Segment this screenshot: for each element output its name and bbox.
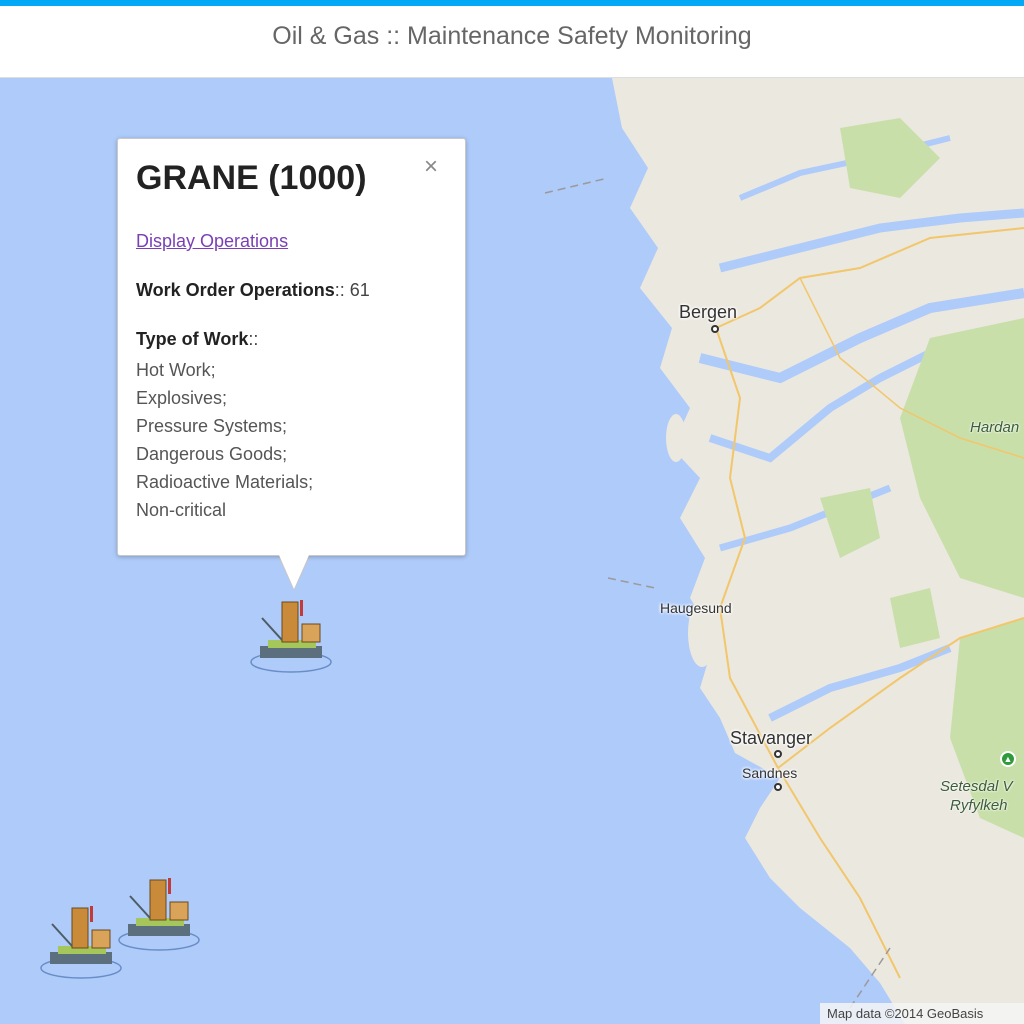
city-label-haugesund: Haugesund <box>660 600 732 616</box>
oil-rig-icon[interactable] <box>36 902 126 982</box>
oil-rig-icon[interactable] <box>246 596 336 676</box>
work-order-operations-sep: :: <box>334 280 350 300</box>
popup-tail <box>279 555 309 589</box>
city-label-sandnes: Sandnes <box>742 765 798 781</box>
work-order-operations-value: 61 <box>349 280 370 300</box>
work-type-item: Dangerous Goods; <box>136 444 288 464</box>
close-icon[interactable]: × <box>424 155 438 179</box>
info-window: × GRANE (1000) Display Operations Work O… <box>117 138 466 556</box>
work-order-operations-label: Work Order Operations <box>136 280 335 300</box>
city-marker-sandnes <box>774 783 782 791</box>
work-type-item: Non-critical <box>136 500 227 520</box>
park-icon: ▲ <box>1000 751 1016 767</box>
city-marker-bergen <box>711 325 719 333</box>
region-label-setesdal: Setesdal V <box>940 778 1013 795</box>
app-header: Oil & Gas :: Maintenance Safety Monitori… <box>0 6 1024 78</box>
work-type-item: Radioactive Materials; <box>136 472 314 492</box>
type-of-work-sep: :: <box>248 329 259 349</box>
work-order-operations: Work Order Operations:: 61 <box>136 280 370 301</box>
work-type-item: Hot Work; <box>136 360 216 380</box>
island <box>666 414 686 462</box>
city-label-stavanger: Stavanger <box>730 728 813 748</box>
region-label-ryfylke: Ryfylkeh <box>950 797 1008 814</box>
region-label-hardanger: Hardan <box>970 419 1020 436</box>
display-operations-link[interactable]: Display Operations <box>136 231 288 252</box>
work-type-item: Pressure Systems; <box>136 416 288 436</box>
page-title: Oil & Gas :: Maintenance Safety Monitori… <box>272 22 752 50</box>
work-type-list: Hot Work; Explosives; Pressure Systems; … <box>136 356 313 524</box>
city-label-bergen: Bergen <box>679 302 738 322</box>
oil-rig-icon[interactable] <box>114 874 204 954</box>
city-marker-stavanger <box>774 750 782 758</box>
work-type-item: Explosives; <box>136 388 228 408</box>
type-of-work-label: Type of Work <box>136 329 249 349</box>
type-of-work-heading: Type of Work:: <box>136 329 258 350</box>
map-attribution: Map data ©2014 GeoBasis <box>820 1003 1024 1024</box>
popup-title: GRANE (1000) <box>136 159 367 197</box>
